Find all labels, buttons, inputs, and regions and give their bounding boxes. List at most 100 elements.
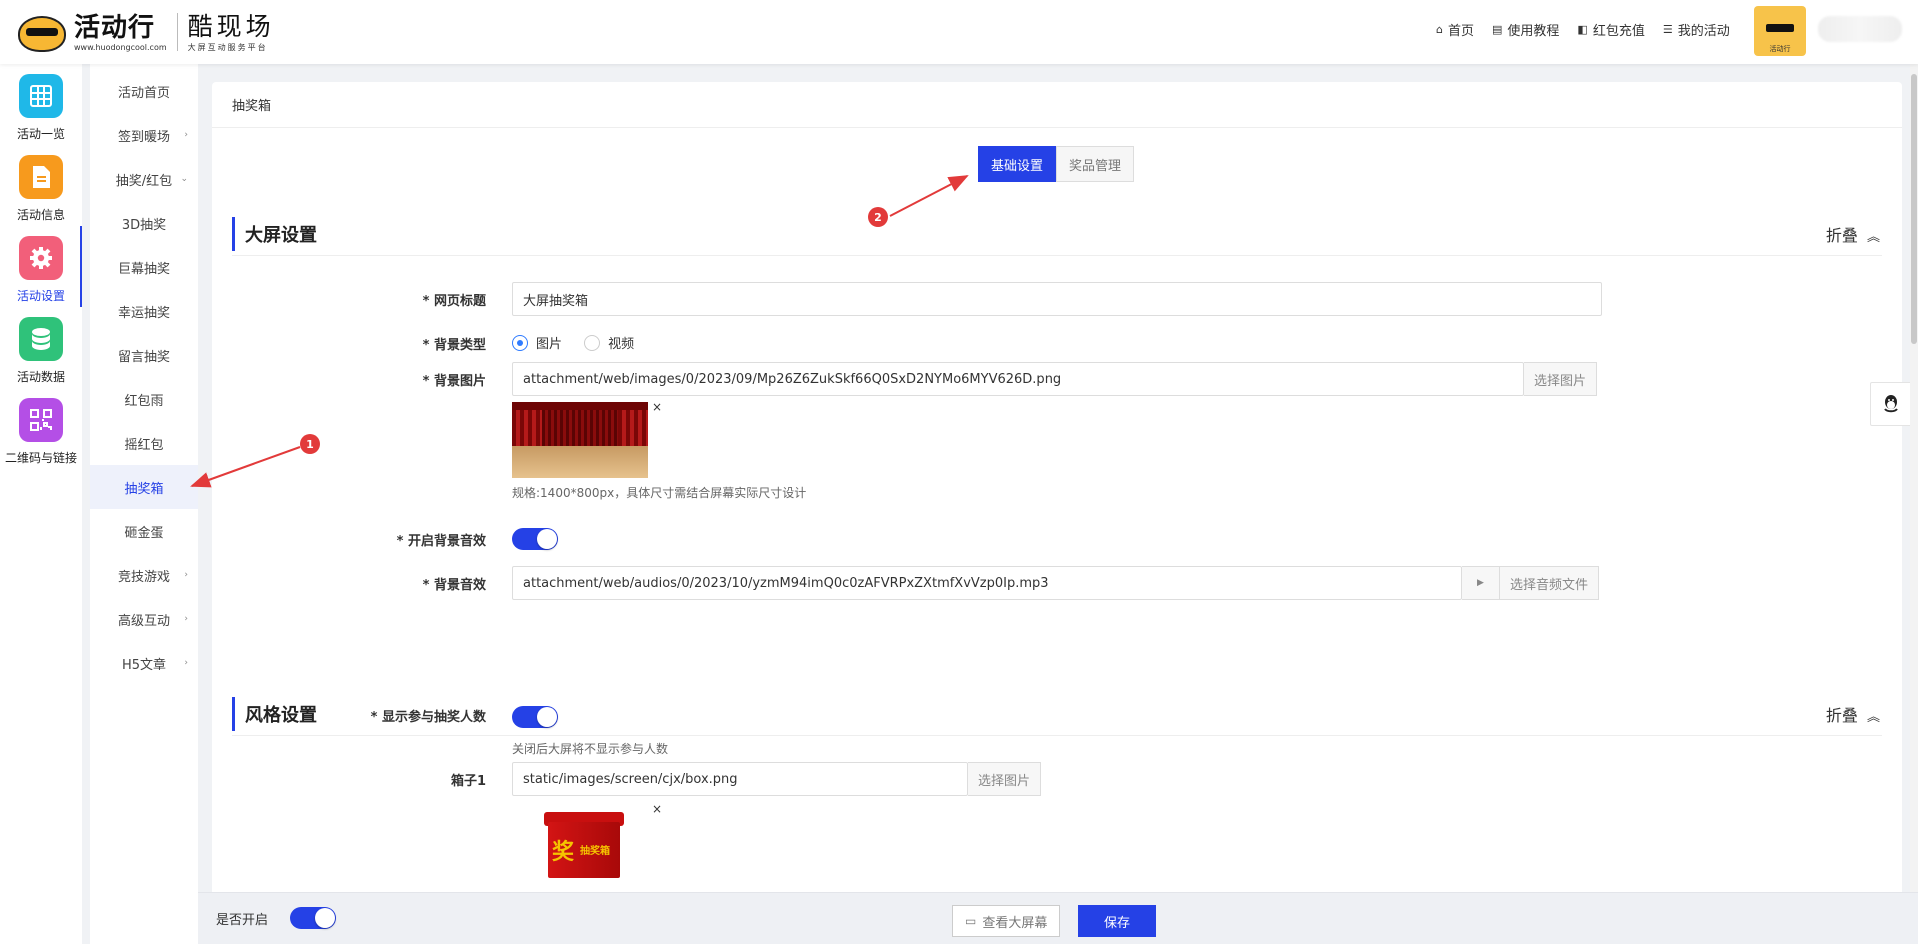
- section-accent-bar: [232, 216, 235, 251]
- collapse-label: 折叠: [1825, 225, 1858, 245]
- view-screen-label: 查看大屏幕: [982, 915, 1048, 931]
- submenu-item-label: 留言抽奖: [117, 349, 170, 365]
- bg-sound-path-input[interactable]: attachment/web/audios/0/2023/10/yzmM94im…: [512, 566, 1462, 600]
- submenu-item-games[interactable]: 竞技游戏 ›: [90, 553, 198, 597]
- user-name-blurred[interactable]: [1818, 16, 1902, 42]
- remove-box1-close-icon[interactable]: ×: [652, 802, 662, 816]
- breadcrumb: 抽奖箱: [212, 82, 1902, 128]
- box1-path-input[interactable]: static/images/screen/cjx/box.png: [512, 762, 968, 796]
- bg-image-hint: 规格:1400*800px，具体尺寸需结合屏幕实际尺寸设计: [512, 486, 807, 500]
- avatar-caption: 活动行: [1769, 45, 1791, 53]
- submenu-item-h5[interactable]: H5文章 ›: [90, 641, 198, 685]
- nav-recharge[interactable]: ◧ 红包充值: [1577, 20, 1644, 39]
- field-label: * 开启背景音效: [396, 534, 486, 549]
- submenu-item-label: H5文章: [121, 657, 167, 673]
- brand-sub-tagline: 大屏互动服务平台: [187, 42, 268, 52]
- field-label: * 背景图片: [422, 374, 486, 389]
- sidebar-item-label: 活动数据: [16, 370, 65, 384]
- qq-contact-float-button[interactable]: [1870, 382, 1912, 426]
- select-audio-button[interactable]: 选择音频文件: [1500, 566, 1600, 600]
- tab-basic-settings[interactable]: 基础设置: [978, 146, 1057, 182]
- collapse-label: 折叠: [1825, 705, 1858, 725]
- nav-recharge-label: 红包充值: [1592, 24, 1645, 39]
- bottom-action-bar: 是否开启 ▭ 查看大屏幕 保存: [198, 892, 1918, 944]
- radio-bg-image[interactable]: 图片: [512, 333, 562, 352]
- submenu-item-3d-lottery[interactable]: 3D抽奖: [90, 201, 198, 245]
- remove-bg-image-close-icon[interactable]: ×: [652, 400, 662, 414]
- nav-my-events[interactable]: ☰ 我的活动: [1663, 20, 1730, 39]
- user-avatar[interactable]: 活动行: [1754, 6, 1806, 56]
- sidebar-item-label: 活动设置: [16, 289, 65, 303]
- submenu-item-label: 摇红包: [124, 437, 164, 453]
- page-scrollbar[interactable]: [1910, 64, 1918, 944]
- section-style-settings: 风格设置 折叠 ︽: [232, 692, 1882, 736]
- collapse-toggle[interactable]: 折叠 ︽: [1826, 702, 1880, 726]
- sidebar-item-settings[interactable]: 活动设置: [0, 226, 82, 307]
- submenu-item-label: 活动首页: [117, 85, 170, 101]
- bg-sound-toggle[interactable]: [512, 528, 558, 550]
- sidebar-item-label: 活动一览: [16, 127, 65, 141]
- view-screen-button[interactable]: ▭ 查看大屏幕: [952, 905, 1061, 937]
- submenu-item-lucky-lottery[interactable]: 幸运抽奖: [90, 289, 198, 333]
- list-icon: ☰: [1662, 23, 1673, 36]
- section-screen-settings: 大屏设置 折叠 ︽: [232, 212, 1882, 256]
- sidebar-item-overview[interactable]: 活动一览: [0, 64, 82, 145]
- scrollbar-thumb[interactable]: [1911, 74, 1917, 344]
- row-bg-image: * 背景图片 attachment/web/images/0/2023/09/M…: [212, 362, 1902, 500]
- submenu-item-checkin[interactable]: 签到暖场 ›: [90, 113, 198, 157]
- nav-my-events-label: 我的活动: [1677, 24, 1730, 39]
- breadcrumb-current: 抽奖箱: [232, 99, 272, 114]
- nav-tutorial[interactable]: ▤ 使用教程: [1492, 20, 1559, 39]
- submenu-item-label: 签到暖场: [117, 129, 170, 145]
- sidebar-item-info[interactable]: 活动信息: [0, 145, 82, 226]
- document-icon: [19, 155, 63, 199]
- sidebar-item-data[interactable]: 活动数据: [0, 307, 82, 388]
- submenu-item-advanced[interactable]: 高级互动 ›: [90, 597, 198, 641]
- select-image-button[interactable]: 选择图片: [1524, 362, 1598, 396]
- box-prize-char: 奖: [552, 840, 575, 865]
- submenu-item-giant-lottery[interactable]: 巨幕抽奖: [90, 245, 198, 289]
- home-icon: ⌂: [1436, 23, 1443, 36]
- submenu-item-red-envelope-rain[interactable]: 红包雨: [90, 377, 198, 421]
- save-button[interactable]: 保存: [1078, 905, 1156, 937]
- chevron-down-icon: ⌄: [180, 174, 188, 184]
- radio-dot: [584, 334, 601, 351]
- qq-penguin-icon: [1884, 395, 1898, 413]
- enable-toggle[interactable]: [290, 907, 336, 929]
- submenu-item-label: 砸金蛋: [124, 525, 164, 541]
- bg-sound-picker: attachment/web/audios/0/2023/10/yzmM94im…: [512, 566, 1600, 600]
- box-label: 抽奖箱: [580, 846, 610, 857]
- page-title-input[interactable]: 大屏抽奖箱: [512, 282, 1602, 316]
- submenu-item-label: 3D抽奖: [121, 217, 167, 233]
- sidebar-item-qrcode[interactable]: 二维码与链接: [0, 388, 82, 469]
- radio-bg-video[interactable]: 视频: [584, 333, 634, 352]
- bg-image-path-input[interactable]: attachment/web/images/0/2023/09/Mp26Z6Zu…: [512, 362, 1524, 396]
- submenu-item-lottery-box[interactable]: 抽奖箱: [90, 465, 198, 509]
- select-box1-image-button[interactable]: 选择图片: [968, 762, 1042, 796]
- submenu-item-shake-envelope[interactable]: 摇红包: [90, 421, 198, 465]
- mascot-logo-icon: [14, 10, 70, 54]
- chevron-right-icon: ›: [184, 130, 188, 140]
- chevron-right-icon: ›: [184, 614, 188, 624]
- settings-tabs: 基础设置 奖品管理: [978, 146, 1135, 182]
- submenu-item-golden-egg[interactable]: 砸金蛋: [90, 509, 198, 553]
- tab-prize-management[interactable]: 奖品管理: [1056, 146, 1135, 182]
- submenu-item-label: 红包雨: [124, 393, 164, 409]
- section-title: 大屏设置: [245, 224, 317, 246]
- chevron-right-icon: ›: [184, 658, 188, 668]
- collapse-toggle[interactable]: 折叠 ︽: [1826, 222, 1880, 246]
- brand-logo[interactable]: 活动行 www.huodongcool.com 酷现场 大屏互动服务平台: [14, 10, 275, 54]
- play-icon[interactable]: ▶: [1462, 566, 1500, 600]
- annotation-marker-2: 2: [868, 207, 888, 227]
- submenu-item-lottery-group[interactable]: 抽奖/红包 ⌄: [90, 157, 198, 201]
- nav-tutorial-label: 使用教程: [1507, 24, 1560, 39]
- book-icon: ▤: [1492, 23, 1503, 36]
- submenu-item-home[interactable]: 活动首页: [90, 69, 198, 113]
- submenu-item-label: 竞技游戏: [117, 569, 170, 585]
- box1-picker: static/images/screen/cjx/box.png 选择图片: [512, 762, 1042, 796]
- field-label: * 网页标题: [422, 294, 486, 309]
- wallet-icon: ◧: [1577, 23, 1588, 36]
- nav-home[interactable]: ⌂ 首页: [1436, 20, 1474, 39]
- row-box1: 箱子1 static/images/screen/cjx/box.png 选择图…: [212, 762, 1902, 878]
- submenu-item-message-lottery[interactable]: 留言抽奖: [90, 333, 198, 377]
